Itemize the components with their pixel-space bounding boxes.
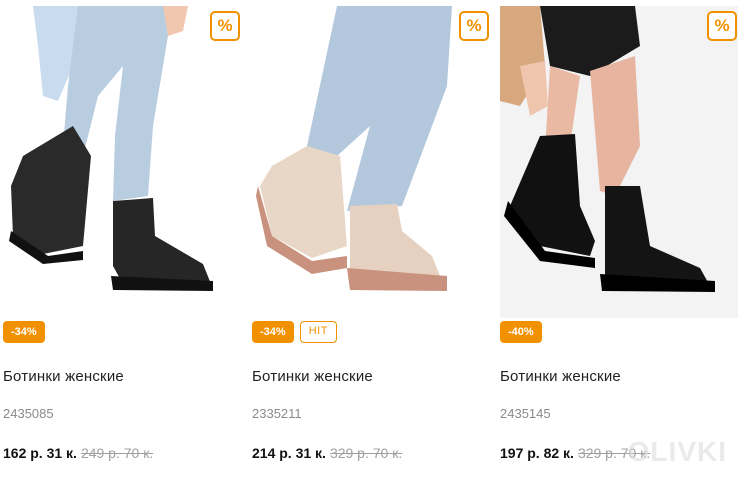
discount-badge: -34% [252, 321, 294, 343]
product-card[interactable]: % -34% HIT Ботинки женские 2335211 214 р… [252, 0, 492, 478]
product-sku: 2335211 [252, 406, 302, 421]
product-title[interactable]: Ботинки женские [252, 368, 373, 385]
hit-badge: HIT [299, 321, 337, 343]
old-price: 249 р. 70 к. [80, 445, 154, 461]
product-title[interactable]: Ботинки женские [500, 368, 621, 385]
product-price: 214 р. 31 к. 329 р. 70 к. [252, 445, 402, 461]
current-price: 162 р. 31 к. [3, 445, 77, 461]
badge-row: -34% [3, 321, 45, 343]
current-price: 197 р. 82 к. [500, 445, 574, 461]
current-price: 214 р. 31 к. [252, 445, 326, 461]
product-card[interactable]: % -40% Ботинки женские 2435145 197 р. 82… [500, 0, 740, 478]
discount-badge: -34% [3, 321, 45, 343]
old-price: 329 р. 70 к. [329, 445, 403, 461]
discount-badge: -40% [500, 321, 542, 343]
product-price: 162 р. 31 к. 249 р. 70 к. [3, 445, 153, 461]
product-title[interactable]: Ботинки женские [3, 368, 124, 385]
product-sku: 2435145 [500, 406, 551, 421]
discount-percent-icon: % [210, 11, 240, 41]
product-photo[interactable] [252, 6, 490, 318]
discount-percent-icon: % [707, 11, 737, 41]
badge-row: -40% [500, 321, 542, 343]
discount-percent-icon: % [459, 11, 489, 41]
product-photo[interactable] [3, 6, 241, 318]
product-photo[interactable] [500, 6, 738, 318]
badge-row: -34% HIT [252, 321, 337, 343]
product-grid: % -34% Ботинки женские 2435085 162 р. 31… [0, 0, 741, 478]
product-sku: 2435085 [3, 406, 54, 421]
watermark-logo: OLIVKI [627, 436, 727, 467]
product-card[interactable]: % -34% Ботинки женские 2435085 162 р. 31… [3, 0, 243, 478]
